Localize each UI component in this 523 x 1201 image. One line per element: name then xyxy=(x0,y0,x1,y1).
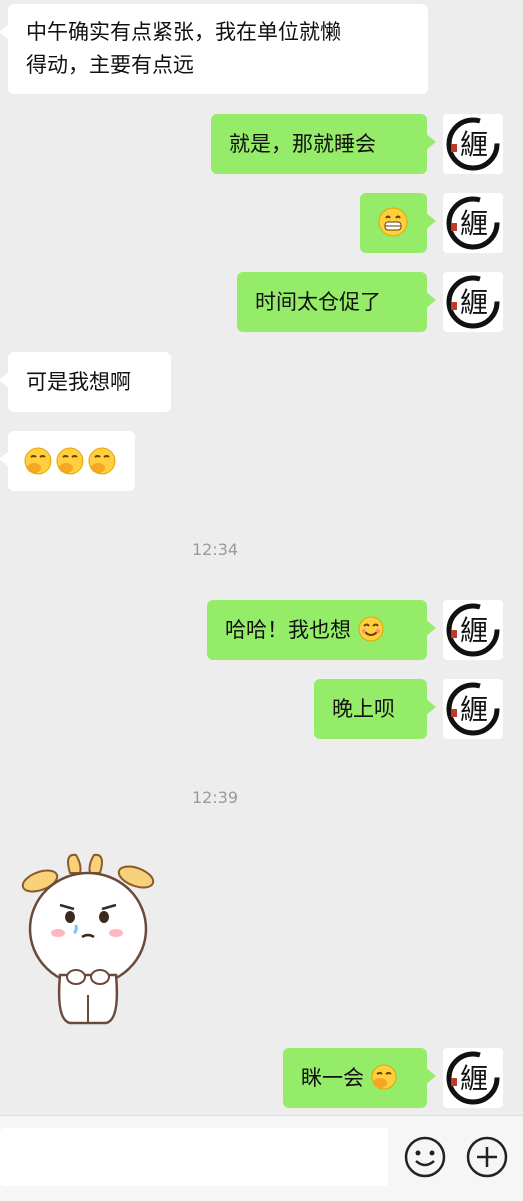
incoming-message[interactable]: 中午确实有点紧张，我在单位就懒 得动，主要有点远 xyxy=(0,4,428,94)
hand-over-mouth-emoji xyxy=(371,1064,397,1090)
avatar-image: 緾 xyxy=(446,1051,500,1105)
chat-history[interactable]: 中午确实有点紧张，我在单位就懒 得动，主要有点远 就是，那就睡会 緾 緾 时间太… xyxy=(0,0,523,1115)
message-text: 眯一会 xyxy=(301,1066,364,1090)
message-text: 可是我想啊 xyxy=(26,370,131,394)
svg-text:緾: 緾 xyxy=(460,286,488,319)
hand-over-mouth-emoji xyxy=(24,447,116,475)
sad-goat-sticker xyxy=(21,853,155,1025)
more-button[interactable] xyxy=(466,1136,508,1178)
message-text: 晚上呗 xyxy=(332,697,395,721)
outgoing-message[interactable]: 哈哈！我也想 xyxy=(207,600,436,660)
svg-text:緾: 緾 xyxy=(460,207,488,240)
avatar-image: 緾 xyxy=(446,603,500,657)
timestamp: 12:34 xyxy=(191,540,239,559)
message-text: 得动，主要有点远 xyxy=(26,53,194,77)
outgoing-message[interactable]: 时间太仓促了 xyxy=(237,272,436,332)
plus-circle-icon xyxy=(466,1136,508,1178)
avatar[interactable]: 緾 xyxy=(443,193,503,253)
avatar-image: 緾 xyxy=(446,275,500,329)
outgoing-message[interactable]: 眯一会 xyxy=(283,1048,436,1108)
grinning-face-emoji xyxy=(378,207,408,237)
svg-text:緾: 緾 xyxy=(460,693,488,726)
input-bar xyxy=(0,1115,523,1201)
message-input[interactable] xyxy=(0,1128,388,1186)
avatar-image: 緾 xyxy=(446,682,500,736)
message-text: 时间太仓促了 xyxy=(255,290,381,314)
svg-text:緾: 緾 xyxy=(460,1062,488,1095)
svg-text:緾: 緾 xyxy=(460,614,488,647)
outgoing-message[interactable] xyxy=(360,193,436,253)
avatar-image: 緾 xyxy=(446,117,500,171)
avatar[interactable]: 緾 xyxy=(443,679,503,739)
emoji-button[interactable] xyxy=(404,1136,446,1178)
message-text: 哈哈！我也想 xyxy=(225,618,351,642)
incoming-message[interactable]: 可是我想啊 xyxy=(0,352,171,412)
smiling-face-emoji xyxy=(358,616,384,642)
incoming-message[interactable] xyxy=(0,431,135,491)
sticker-message[interactable] xyxy=(20,845,170,1030)
message-text: 就是，那就睡会 xyxy=(229,132,376,156)
outgoing-message[interactable]: 就是，那就睡会 xyxy=(211,114,436,174)
avatar[interactable]: 緾 xyxy=(443,272,503,332)
message-text: 中午确实有点紧张，我在单位就懒 xyxy=(26,20,341,44)
outgoing-message[interactable]: 晚上呗 xyxy=(314,679,436,739)
avatar[interactable]: 緾 xyxy=(443,114,503,174)
svg-text:緾: 緾 xyxy=(460,128,488,161)
avatar[interactable]: 緾 xyxy=(443,1048,503,1108)
avatar-image: 緾 xyxy=(446,196,500,250)
timestamp: 12:39 xyxy=(191,788,239,807)
avatar[interactable]: 緾 xyxy=(443,600,503,660)
smiley-icon xyxy=(404,1136,446,1178)
